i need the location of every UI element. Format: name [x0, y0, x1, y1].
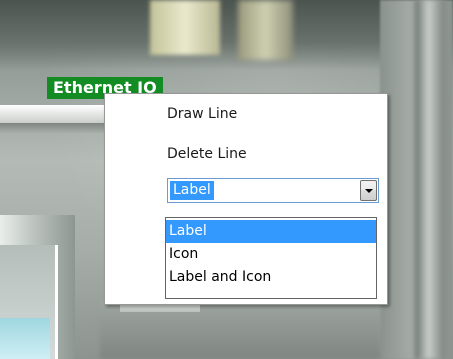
delete-line-menu-item[interactable]: Delete Line	[167, 146, 247, 162]
combobox-dropdown-button[interactable]	[360, 180, 377, 201]
background-screen	[0, 318, 50, 359]
display-mode-selected-value: Label	[170, 181, 214, 200]
dropdown-option-label[interactable]: Label	[166, 220, 376, 243]
draw-line-menu-item[interactable]: Draw Line	[167, 106, 237, 122]
dropdown-option-icon[interactable]: Icon	[166, 243, 376, 266]
background-light	[238, 0, 293, 60]
display-mode-dropdown-list: Label Icon Label and Icon	[165, 217, 377, 299]
background-rail-shadow	[0, 123, 110, 133]
background-light	[150, 0, 220, 55]
display-mode-combobox[interactable]: Label	[167, 178, 379, 203]
background-rail	[0, 105, 110, 124]
background-pillar	[415, 0, 445, 359]
dropdown-option-label-and-icon[interactable]: Label and Icon	[166, 266, 376, 289]
chevron-down-icon	[365, 189, 373, 193]
